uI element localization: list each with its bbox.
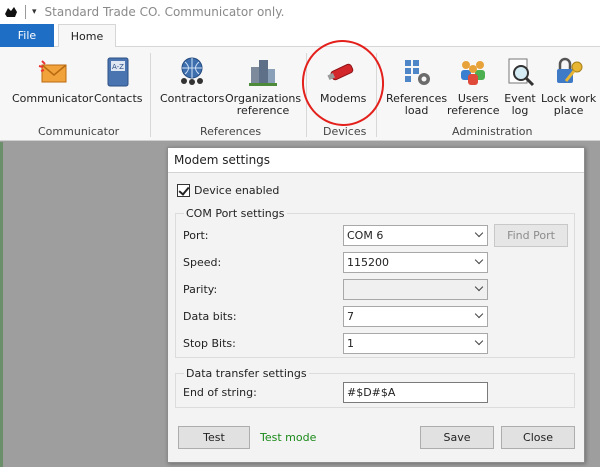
references-load-label-line2: load (404, 104, 429, 117)
end-of-string-input[interactable]: #$D#$A (343, 382, 488, 403)
chevron-down-icon (474, 255, 484, 265)
find-port-button[interactable]: Find Port (494, 224, 568, 247)
contractors-button[interactable]: Contractors (160, 55, 224, 105)
stop-bits-value: 1 (347, 337, 354, 350)
chevron-down-icon (474, 336, 484, 346)
ribbon: Communicator A-Z Contacts Communicator C… (0, 47, 600, 141)
lock-work-place-button[interactable]: Lock work place (541, 55, 596, 117)
test-button[interactable]: Test (178, 426, 250, 449)
contractors-label: Contractors (160, 92, 225, 105)
parity-label: Parity: (183, 283, 218, 296)
stop-bits-label: Stop Bits: (183, 337, 236, 350)
magnifier-log-icon (508, 58, 535, 87)
group-label-communicator: Communicator (38, 125, 120, 138)
data-bits-label: Data bits: (183, 310, 237, 323)
organizations-reference-button[interactable]: Organizations reference (225, 55, 301, 117)
data-bits-value: 7 (347, 310, 354, 323)
references-load-button[interactable]: References load (386, 55, 447, 117)
speed-value: 115200 (347, 256, 389, 269)
title-separator (25, 5, 26, 19)
left-edge-strip (0, 142, 3, 467)
contacts-button[interactable]: A-Z Contacts (94, 55, 143, 105)
event-log-button[interactable]: Event log (503, 55, 537, 117)
speed-select[interactable]: 115200 (343, 252, 488, 273)
chevron-down-icon (474, 282, 484, 292)
end-of-string-label: End of string: (183, 386, 257, 399)
users-reference-label-line2: reference (447, 104, 500, 117)
modem-settings-dialog: Modem settings Device enabled COM Port s… (167, 147, 585, 463)
event-log-label-line2: log (511, 104, 529, 117)
group-label-devices: Devices (323, 125, 367, 138)
app-icon[interactable] (4, 5, 18, 19)
save-button[interactable]: Save (420, 426, 494, 449)
lock-work-place-label-line2: place (553, 104, 584, 117)
port-select[interactable]: COM 6 (343, 225, 488, 246)
group-label-references: References (200, 125, 262, 138)
quick-access-dropdown-icon[interactable]: ▾ (32, 7, 37, 17)
port-value: COM 6 (347, 229, 384, 242)
buildings-icon (249, 60, 278, 86)
users-icon (461, 61, 486, 85)
speed-label: Speed: (183, 256, 222, 269)
chevron-down-icon (474, 309, 484, 319)
close-button[interactable]: Close (501, 426, 575, 449)
com-port-group-title: COM Port settings (184, 207, 287, 220)
organizations-reference-label-line2: reference (236, 104, 290, 117)
key-lock-icon (556, 57, 583, 83)
end-of-string-value: #$D#$A (347, 386, 396, 399)
title-bar: ▾ Standard Trade CO. Communicator only. (0, 0, 600, 24)
device-enabled-label: Device enabled (194, 184, 280, 197)
users-reference-button[interactable]: Users reference (447, 55, 500, 117)
group-label-administration: Administration (452, 125, 533, 138)
contacts-label: Contacts (94, 92, 143, 105)
ribbon-tabs: File Home (0, 24, 600, 48)
grid-gear-icon (404, 60, 430, 85)
window-title: Standard Trade CO. Communicator only. (44, 5, 285, 19)
tab-home[interactable]: Home (58, 24, 116, 48)
dialog-title: Modem settings (168, 148, 584, 173)
device-enabled-checkbox[interactable] (177, 184, 190, 197)
svg-text:A-Z: A-Z (112, 63, 124, 71)
device-enabled-row[interactable]: Device enabled (177, 184, 279, 197)
test-mode-status: Test mode (260, 431, 317, 444)
address-book-icon: A-Z (107, 57, 129, 87)
chevron-down-icon (474, 228, 484, 238)
stop-bits-select[interactable]: 1 (343, 333, 488, 354)
parity-select[interactable] (343, 279, 488, 300)
group-divider (150, 53, 151, 137)
port-label: Port: (183, 229, 209, 242)
communicator-button[interactable]: Communicator (12, 55, 93, 105)
communicator-label: Communicator (12, 92, 94, 105)
tab-file[interactable]: File (0, 24, 54, 47)
envelope-star-icon (38, 60, 67, 83)
data-transfer-group-title: Data transfer settings (184, 367, 309, 380)
globe-people-icon (181, 57, 204, 85)
data-bits-select[interactable]: 7 (343, 306, 488, 327)
